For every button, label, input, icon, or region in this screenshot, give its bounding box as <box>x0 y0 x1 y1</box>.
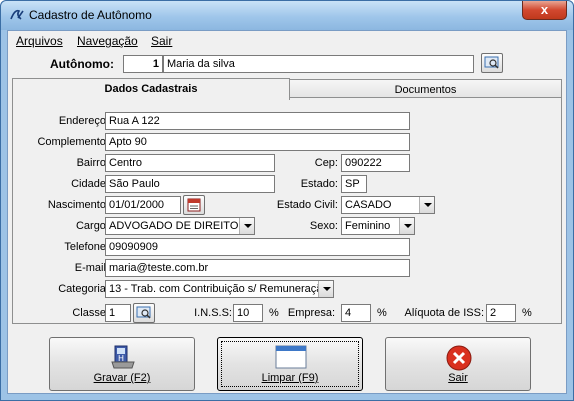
search-icon <box>136 306 151 319</box>
endereco-input[interactable]: Rua A 122 <box>105 112 410 130</box>
menu-sair[interactable]: Sair <box>151 34 172 48</box>
aliquota-iss-input[interactable]: 2 <box>486 304 516 322</box>
categoria-select[interactable]: 13 - Trab. com Contribuição s/ Remuneraç… <box>105 280 334 298</box>
empresa-input[interactable]: 4 <box>341 304 371 322</box>
autonomo-code-input[interactable]: 1 <box>123 55 163 73</box>
close-icon: x <box>540 2 549 17</box>
estado-label: Estado: <box>300 178 338 190</box>
telefone-input[interactable]: 09090909 <box>105 238 410 256</box>
estado-input[interactable]: SP <box>341 175 367 193</box>
gravar-label: Gravar (F2) <box>93 372 151 384</box>
window-title: Cadastro de Autônomo <box>29 8 152 22</box>
chevron-down-icon[interactable] <box>318 281 333 297</box>
email-input[interactable]: maria@teste.com.br <box>105 259 410 277</box>
calendar-icon <box>187 198 201 212</box>
categoria-label: Categoria: <box>58 283 109 295</box>
cidade-label: Cidade: <box>71 178 109 190</box>
title-bar[interactable]: Cadastro de Autônomo x <box>1 1 573 30</box>
estado-civil-select[interactable]: CASADO <box>341 196 435 214</box>
limpar-label: Limpar (F9) <box>261 372 319 384</box>
cep-label: Cep: <box>314 157 338 169</box>
clear-icon <box>275 345 307 369</box>
email-label: E-mail: <box>74 262 109 274</box>
app-icon <box>10 9 24 20</box>
svg-text:H: H <box>118 354 124 363</box>
cep-input[interactable]: 090222 <box>341 154 410 172</box>
cargo-select[interactable]: ADVOGADO DE DIREITO <box>105 217 255 235</box>
chevron-down-icon[interactable] <box>399 218 414 234</box>
window-close-button[interactable]: x <box>522 1 567 20</box>
classe-input[interactable]: 1 <box>105 304 131 322</box>
sair-label: Sair <box>448 372 468 384</box>
inss-percent: % <box>269 307 279 319</box>
limpar-button[interactable]: Limpar (F9) <box>217 337 363 391</box>
estado-civil-label: Estado Civil: <box>276 199 338 211</box>
window-client-area: Arquivos Navegação Sair Autônomo: 1 Mari… <box>7 30 567 394</box>
gravar-button[interactable]: H Gravar (F2) <box>49 337 195 391</box>
empresa-label: Empresa: <box>287 307 335 319</box>
search-classe-button[interactable] <box>133 303 155 323</box>
save-icon: H <box>111 345 135 369</box>
nascimento-input[interactable]: 01/01/2000 <box>105 196 181 214</box>
complemento-input[interactable]: Apto 90 <box>105 133 410 151</box>
aliquota-iss-percent: % <box>522 307 532 319</box>
autonomo-label: Autônomo: <box>50 57 114 71</box>
estado-civil-value: CASADO <box>345 199 392 211</box>
search-icon <box>484 56 499 69</box>
nascimento-label: Nascimento: <box>47 199 109 211</box>
complemento-label: Complemento: <box>37 136 109 148</box>
classe-label: Classe: <box>72 307 109 319</box>
sexo-value: Feminino <box>345 220 391 232</box>
dados-cadastrais-panel: Endereço: Rua A 122 Complemento: Apto 90… <box>12 97 562 324</box>
application-window: Cadastro de Autônomo x Arquivos Navegaçã… <box>0 0 574 401</box>
sexo-label: Sexo: <box>309 220 338 232</box>
chevron-down-icon[interactable] <box>419 197 434 213</box>
endereco-label: Endereço: <box>58 115 109 127</box>
telefone-label: Telefone: <box>64 241 109 253</box>
search-autonomo-button[interactable] <box>481 53 503 73</box>
categoria-value: 13 - Trab. com Contribuição s/ Remuneraç… <box>109 283 329 295</box>
menu-bar: Arquivos Navegação Sair <box>8 31 566 49</box>
cidade-input[interactable]: São Paulo <box>105 175 275 193</box>
chevron-down-icon[interactable] <box>239 218 254 234</box>
autonomo-name-input[interactable]: Maria da silva <box>163 55 474 73</box>
sair-button[interactable]: Sair <box>385 337 531 391</box>
menu-arquivos[interactable]: Arquivos <box>16 34 63 48</box>
cargo-value: ADVOGADO DE DIREITO <box>109 220 239 232</box>
exit-icon <box>446 345 472 371</box>
tab-dados-cadastrais[interactable]: Dados Cadastrais <box>12 78 290 100</box>
empresa-percent: % <box>377 307 387 319</box>
sexo-select[interactable]: Feminino <box>341 217 415 235</box>
inss-input[interactable]: 10 <box>233 304 263 322</box>
bairro-input[interactable]: Centro <box>105 154 275 172</box>
aliquota-iss-label: Alíquota de ISS: <box>404 307 485 319</box>
menu-navegacao[interactable]: Navegação <box>77 34 138 48</box>
inss-label: I.N.S.S: <box>194 307 232 319</box>
calendar-button[interactable] <box>183 195 205 215</box>
